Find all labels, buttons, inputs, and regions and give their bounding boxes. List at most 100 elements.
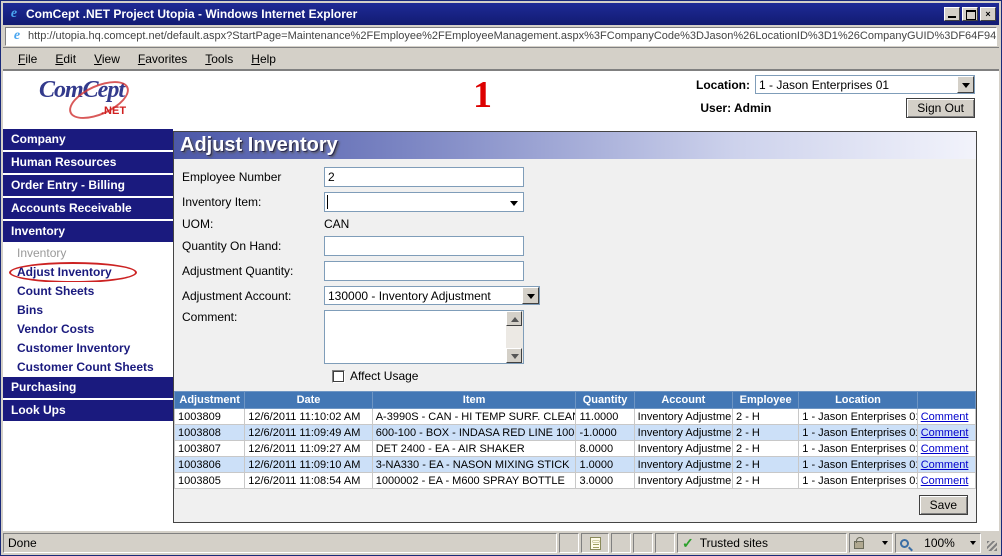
logo-net-text: .NET [101,105,126,117]
cell-employee: 2 - H [733,441,799,457]
sidebar-sub-adjust-inventory-label: Adjust Inventory [17,265,112,279]
table-row: 1003809 12/6/2011 11:10:02 AM A-3990S - … [175,409,976,425]
sidebar-sub-customer-inventory[interactable]: Customer Inventory [3,339,173,358]
sign-out-button[interactable]: Sign Out [906,98,975,118]
scroll-up-icon[interactable] [506,311,522,326]
url-field[interactable]: e http://utopia.hq.comcept.net/default.a… [5,27,997,46]
sidebar-item-human-resources[interactable]: Human Resources [3,152,173,173]
quantity-on-hand-field[interactable] [324,236,524,256]
uom-value: CAN [324,217,349,231]
comment-link[interactable]: Comment [921,459,969,471]
adjustment-quantity-field[interactable] [324,261,524,281]
cell-account: Inventory Adjustment [634,457,732,473]
affect-usage-checkbox[interactable] [332,370,345,383]
text-caret [327,195,328,209]
cell-location: 1 - Jason Enterprises 01 [799,425,917,441]
table-row: 1003805 12/6/2011 11:08:54 AM 1000002 - … [175,473,976,489]
cell-adjustment: 1003807 [175,441,245,457]
affect-usage-label: Affect Usage [350,369,418,383]
sidebar-item-company[interactable]: Company [3,129,173,150]
zoom-level: 100% [924,536,955,550]
page-content: ComCept .NET 1 Location: 1 - Jason Enter… [3,71,999,531]
comment-textarea[interactable] [324,310,524,364]
comment-link[interactable]: Comment [921,427,969,439]
menu-file[interactable]: File [9,50,46,68]
sidebar-item-look-ups[interactable]: Look Ups [3,400,173,421]
cell-account: Inventory Adjustment [634,473,732,489]
sidebar-sub-customer-count-sheets[interactable]: Customer Count Sheets [3,358,173,377]
menu-edit[interactable]: Edit [46,50,85,68]
cell-date: 12/6/2011 11:08:54 AM [245,473,372,489]
menu-favorites[interactable]: Favorites [129,50,196,68]
inventory-item-dropdown-arrow-icon[interactable] [510,201,518,206]
location-dropdown-arrow-icon[interactable] [957,76,974,93]
title-bar: e ComCept .NET Project Utopia - Windows … [3,3,999,25]
sidebar-item-inventory[interactable]: Inventory [3,221,173,242]
inventory-item-combobox[interactable] [324,192,524,212]
scroll-down-icon[interactable] [506,348,522,363]
location-label: Location: [696,78,750,92]
sidebar-sub-bins[interactable]: Bins [3,301,173,320]
cell-account: Inventory Adjustment [634,441,732,457]
sidebar-item-accounts-receivable[interactable]: Accounts Receivable [3,198,173,219]
cell-location: 1 - Jason Enterprises 01 [799,441,917,457]
annotation-number: 1 [473,73,492,117]
sidebar-sub-count-sheets[interactable]: Count Sheets [3,282,173,301]
zone-dropdown-arrow-icon[interactable] [882,541,888,545]
comment-scrollbar[interactable] [506,311,523,363]
cell-employee: 2 - H [733,425,799,441]
security-zone-panel: ✓ Trusted sites [677,533,847,553]
adjust-inventory-form: Employee Number Inventory Item: UOM: CAN [174,159,976,391]
adjustment-account-value: 130000 - Inventory Adjustment [325,289,522,303]
comment-link[interactable]: Comment [921,475,969,487]
inventory-item-label: Inventory Item: [182,195,324,209]
user-label: User: Admin [700,101,771,115]
col-date: Date [245,392,372,409]
menu-tools[interactable]: Tools [196,50,242,68]
col-comment [917,392,975,409]
cell-employee: 2 - H [733,409,799,425]
cell-location: 1 - Jason Enterprises 01 [799,457,917,473]
maximize-button[interactable] [962,7,978,21]
menu-view[interactable]: View [85,50,129,68]
zoom-dropdown-arrow-icon[interactable] [970,541,976,545]
menu-help[interactable]: Help [242,50,285,68]
sidebar-sub-vendor-costs[interactable]: Vendor Costs [3,320,173,339]
page-favicon-icon: e [9,28,25,44]
employee-number-field[interactable] [324,167,524,187]
col-account: Account [634,392,732,409]
adjustment-account-dropdown-arrow-icon[interactable] [522,287,539,304]
resize-grip[interactable] [983,533,999,553]
comment-label: Comment: [182,310,324,324]
sidebar-item-order-entry-billing[interactable]: Order Entry - Billing [3,175,173,196]
protected-mode-panel[interactable] [849,533,893,553]
zoom-control[interactable]: 100% [895,533,981,553]
comment-link[interactable]: Comment [921,411,969,423]
address-bar: e http://utopia.hq.comcept.net/default.a… [3,25,999,48]
magnifier-icon [900,539,909,548]
close-button[interactable]: × [980,7,996,21]
status-panel [655,533,675,553]
cell-item: 600-100 - BOX - INDASA RED LINE 100G. [372,425,576,441]
cell-location: 1 - Jason Enterprises 01 [799,409,917,425]
sidebar-item-purchasing[interactable]: Purchasing [3,377,173,398]
cell-quantity: 1.0000 [576,457,634,473]
trusted-sites-label: Trusted sites [700,536,768,550]
uom-label: UOM: [182,217,324,231]
status-doc-panel [581,533,609,553]
table-row: 1003807 12/6/2011 11:09:27 AM DET 2400 -… [175,441,976,457]
page-header: ComCept .NET 1 Location: 1 - Jason Enter… [3,71,999,129]
cell-adjustment: 1003805 [175,473,245,489]
cell-date: 12/6/2011 11:09:27 AM [245,441,372,457]
minimize-button[interactable] [944,7,960,21]
location-select[interactable]: 1 - Jason Enterprises 01 [755,75,975,94]
save-button[interactable]: Save [919,495,968,515]
sidebar-sub-adjust-inventory[interactable]: Adjust Inventory [3,263,173,282]
cell-quantity: -1.0000 [576,425,634,441]
comment-link[interactable]: Comment [921,443,969,455]
cell-quantity: 8.0000 [576,441,634,457]
adjustment-account-select[interactable]: 130000 - Inventory Adjustment [324,286,540,305]
status-panel [611,533,631,553]
col-employee: Employee [733,392,799,409]
browser-window: e ComCept .NET Project Utopia - Windows … [0,0,1002,556]
